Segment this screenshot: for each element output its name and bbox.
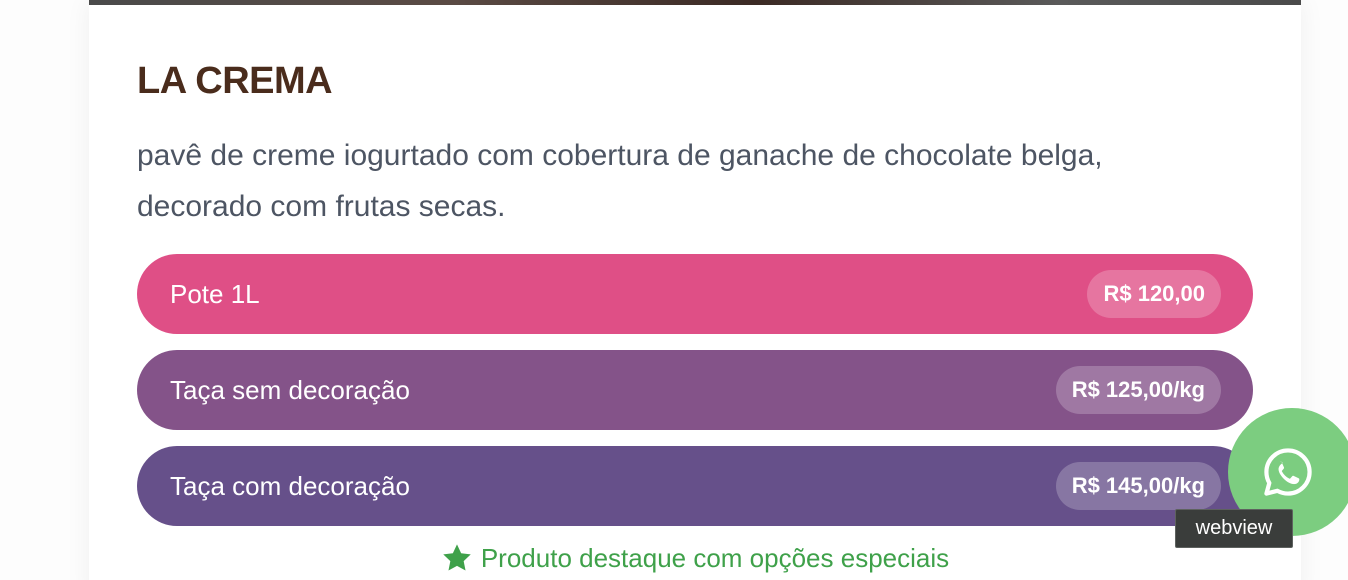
webview-tooltip: webview bbox=[1175, 509, 1293, 548]
page: LA CREMA pavê de creme iogurtado com cob… bbox=[0, 0, 1348, 580]
option-price-badge: R$ 120,00 bbox=[1087, 270, 1221, 318]
option-label: Taça sem decoração bbox=[170, 374, 410, 405]
product-card: LA CREMA pavê de creme iogurtado com cob… bbox=[89, 0, 1301, 580]
option-pote-1l[interactable]: Pote 1L R$ 120,00 bbox=[137, 254, 1253, 334]
product-description: pavê de creme iogurtado com cobertura de… bbox=[137, 139, 1103, 223]
featured-text: Produto destaque com opções especiais bbox=[480, 542, 950, 573]
product-image-bottom-edge bbox=[89, 0, 1301, 5]
option-price-badge: R$ 125,00/kg bbox=[1055, 366, 1221, 414]
option-label: Pote 1L bbox=[170, 278, 260, 309]
whatsapp-icon bbox=[1264, 448, 1312, 496]
option-label: Taça com decoração bbox=[170, 470, 410, 501]
option-taca-sem-decoracao[interactable]: Taça sem decoração R$ 125,00/kg bbox=[137, 350, 1253, 430]
option-price-badge: R$ 145,00/kg bbox=[1055, 462, 1221, 510]
featured-note: Produto destaque com opções especiais bbox=[89, 542, 1301, 574]
star-icon bbox=[443, 544, 471, 571]
product-title: LA CREMA bbox=[137, 60, 333, 102]
option-taca-com-decoracao[interactable]: Taça com decoração R$ 145,00/kg bbox=[137, 446, 1253, 526]
